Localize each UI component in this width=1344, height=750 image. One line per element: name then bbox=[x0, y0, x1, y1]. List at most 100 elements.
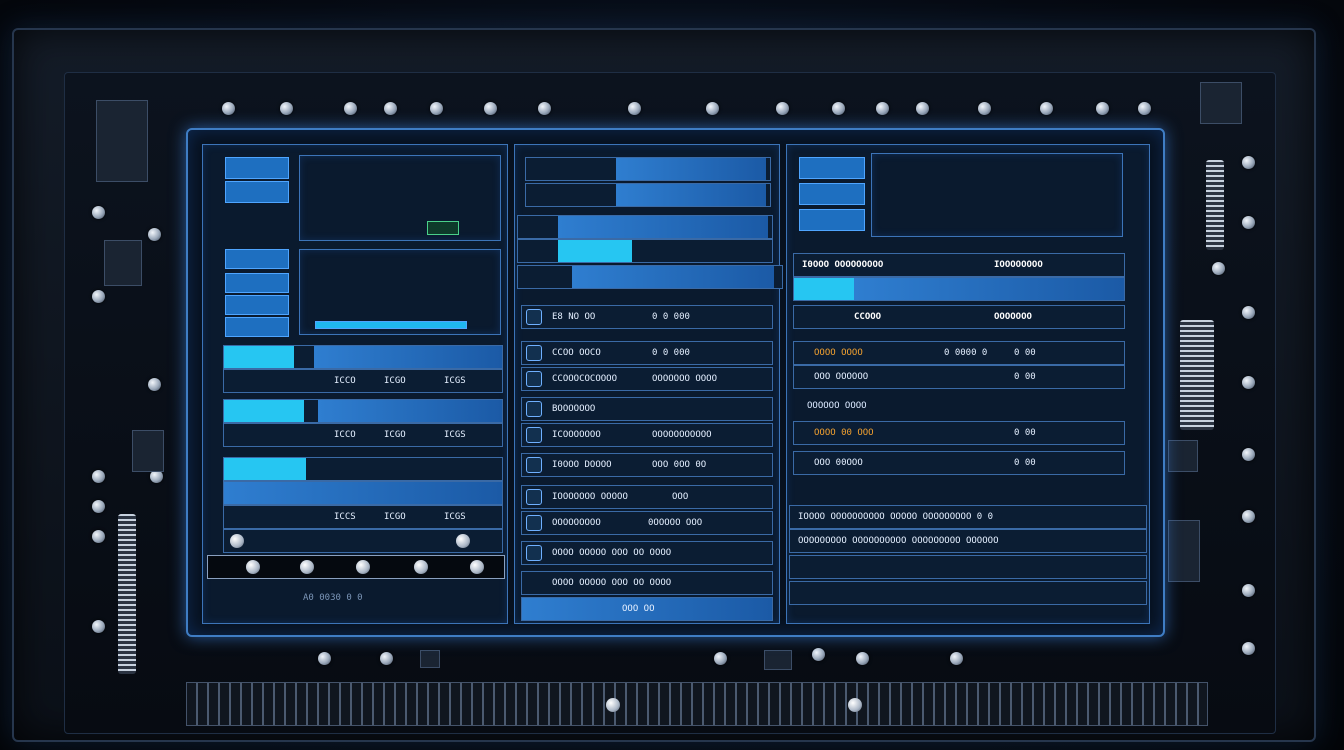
table-row[interactable]: ICCS ICGO ICGS bbox=[223, 505, 503, 529]
chip bbox=[1168, 440, 1198, 472]
screw bbox=[344, 102, 357, 115]
screw bbox=[1242, 306, 1255, 319]
screw bbox=[950, 652, 963, 665]
screw bbox=[1138, 102, 1151, 115]
table-row[interactable] bbox=[517, 265, 783, 289]
screw bbox=[832, 102, 845, 115]
control-row[interactable] bbox=[223, 529, 503, 553]
table-row[interactable] bbox=[525, 157, 771, 181]
list-item[interactable]: OOOO OOOOO OOO OO OOOO bbox=[521, 571, 773, 595]
section-label: OOOOOO OOOO bbox=[807, 401, 867, 411]
footer-button[interactable]: OOO OO bbox=[521, 597, 773, 621]
screw bbox=[856, 652, 869, 665]
info-box bbox=[299, 155, 501, 241]
chip bbox=[1168, 520, 1200, 582]
list-item[interactable]: IOOOOOOO OOOOO OOO bbox=[521, 485, 773, 509]
screw bbox=[628, 102, 641, 115]
status-bar: IOOOO OOOOOOOOOO OOOOO OOOOOOOOO 0 0 bbox=[789, 505, 1147, 529]
list-item[interactable]: CCOOOCOCOOOO OOOOOOO OOOO bbox=[521, 367, 773, 391]
level-bar bbox=[315, 321, 467, 329]
inductor-coil bbox=[118, 514, 136, 674]
screw bbox=[380, 652, 393, 665]
table-row[interactable]: OOO 00OOO 0 00 bbox=[793, 451, 1125, 475]
screw bbox=[776, 102, 789, 115]
screw bbox=[148, 228, 161, 241]
right-panel: I0OOO OOOOOOOOO IOOOOOOOO CCOOO OOOOOOO … bbox=[786, 144, 1150, 624]
indicator-block bbox=[225, 181, 289, 203]
indicator-block bbox=[799, 183, 865, 205]
screw bbox=[1242, 448, 1255, 461]
screw bbox=[538, 102, 551, 115]
table-row[interactable] bbox=[223, 457, 503, 481]
table-row[interactable] bbox=[517, 215, 773, 239]
screw bbox=[1096, 102, 1109, 115]
indicator-block bbox=[225, 317, 289, 337]
status-bar: OOOOOOOOO OOOOOOOOOO OOOOOOOOO OOOOOO bbox=[789, 529, 1147, 553]
table-row[interactable] bbox=[223, 399, 503, 423]
chip bbox=[96, 100, 148, 182]
screw bbox=[1242, 216, 1255, 229]
tab-bar[interactable] bbox=[793, 277, 1125, 301]
screw bbox=[92, 206, 105, 219]
list-item[interactable]: BOOOOOOO bbox=[521, 397, 773, 421]
button-strip[interactable] bbox=[207, 555, 505, 579]
header-row: I0OOO OOOOOOOOO IOOOOOOOO bbox=[793, 253, 1125, 277]
list-item[interactable]: ICOOOOOOO OOOOOOOOOOO bbox=[521, 423, 773, 447]
screw bbox=[92, 500, 105, 513]
table-row[interactable]: ICCO ICGO ICGS bbox=[223, 423, 503, 447]
screw bbox=[384, 102, 397, 115]
list-item[interactable]: OOOO OOOOO OOO OO OOOO bbox=[521, 541, 773, 565]
table-row[interactable] bbox=[223, 481, 503, 505]
connector-strip bbox=[186, 682, 1208, 726]
list-item[interactable]: CCOO OOCO 0 0 000 bbox=[521, 341, 773, 365]
indicator-block bbox=[225, 273, 289, 293]
chip bbox=[764, 650, 792, 670]
screw bbox=[1242, 510, 1255, 523]
screw bbox=[1242, 584, 1255, 597]
empty-row bbox=[789, 581, 1147, 605]
chip bbox=[132, 430, 164, 472]
indicator-block bbox=[799, 209, 865, 231]
screw bbox=[430, 102, 443, 115]
screw bbox=[978, 102, 991, 115]
indicator-block bbox=[799, 157, 865, 179]
inductor-coil bbox=[1206, 160, 1224, 250]
table-row[interactable] bbox=[223, 345, 503, 369]
left-footer: A0 0030 0 0 bbox=[303, 593, 363, 603]
screw bbox=[92, 290, 105, 303]
table-row[interactable] bbox=[517, 239, 773, 263]
table-row[interactable]: OOO OOOOOO 0 00 bbox=[793, 365, 1125, 389]
chip bbox=[104, 240, 142, 286]
table-row[interactable]: OOOO 00 OOO 0 00 bbox=[793, 421, 1125, 445]
list-item[interactable]: OOOOOOOOO 0OOOOO OOO bbox=[521, 511, 773, 535]
screw bbox=[92, 620, 105, 633]
list-item[interactable]: E8 NO OO 0 0 000 bbox=[521, 305, 773, 329]
screw bbox=[484, 102, 497, 115]
left-panel: ICCO ICGO ICGS ICCO ICGO ICGS ICCS ICGO … bbox=[202, 144, 508, 624]
screw bbox=[1040, 102, 1053, 115]
connector-screw bbox=[848, 698, 862, 712]
screw bbox=[1242, 376, 1255, 389]
table-row[interactable]: ICCO ICGO ICGS bbox=[223, 369, 503, 393]
screw bbox=[1242, 156, 1255, 169]
display-screen: ICCO ICGO ICGS ICCO ICGO ICGS ICCS ICGO … bbox=[186, 128, 1165, 637]
label-row: CCOOO OOOOOOO bbox=[793, 305, 1125, 329]
table-row[interactable] bbox=[525, 183, 771, 207]
indicator-block bbox=[225, 157, 289, 179]
screw bbox=[92, 470, 105, 483]
screw bbox=[1212, 262, 1225, 275]
screw bbox=[876, 102, 889, 115]
chip bbox=[420, 650, 440, 668]
empty-row bbox=[789, 555, 1147, 579]
screw bbox=[222, 102, 235, 115]
inductor-coil bbox=[1180, 320, 1214, 430]
status-tag[interactable] bbox=[427, 221, 459, 235]
screw bbox=[92, 530, 105, 543]
table-row[interactable]: OOOO OOOO 0 0000 0 0 00 bbox=[793, 341, 1125, 365]
screw bbox=[706, 102, 719, 115]
list-item[interactable]: I0OOO DOOOO OOO 0OO 0O bbox=[521, 453, 773, 477]
middle-panel: E8 NO OO 0 0 000 CCOO OOCO 0 0 000 CCOOO… bbox=[514, 144, 783, 624]
chip bbox=[1200, 82, 1242, 124]
connector-screw bbox=[606, 698, 620, 712]
indicator-block bbox=[225, 295, 289, 315]
